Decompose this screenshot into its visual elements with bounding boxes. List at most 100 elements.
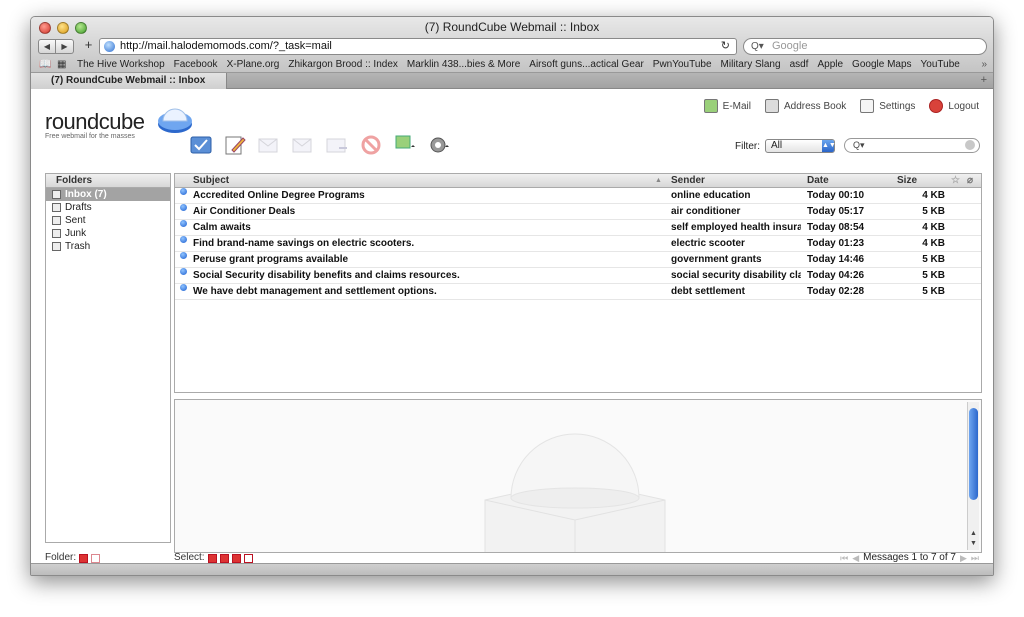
unread-icon[interactable]: [180, 204, 187, 211]
top-navigation: E-Mail Address Book Settings Logout: [703, 99, 979, 113]
bookmark-link[interactable]: The Hive Workshop: [77, 59, 165, 70]
logout-link[interactable]: Logout: [929, 99, 979, 113]
address-book-link[interactable]: Address Book: [765, 99, 846, 113]
date-column-header[interactable]: Date: [807, 174, 829, 187]
empty-folder-icon[interactable]: [91, 553, 101, 563]
bookmark-link[interactable]: X-Plane.org: [227, 59, 280, 70]
bookmark-link[interactable]: YouTube: [921, 59, 960, 70]
clear-search-icon[interactable]: [965, 140, 975, 150]
message-list: Subject ▲ Sender Date Size ☆ ⌀ Accredite…: [174, 173, 982, 393]
bookmark-link[interactable]: Marklin 438...bies & More: [407, 59, 520, 70]
select-unread-icon[interactable]: [219, 553, 229, 563]
sort-arrow-icon: ▲: [655, 177, 662, 184]
tab-roundcube[interactable]: (7) RoundCube Webmail :: Inbox: [31, 73, 227, 89]
add-bookmark-button[interactable]: +: [81, 38, 96, 54]
unread-icon[interactable]: [180, 268, 187, 275]
back-button[interactable]: ◀: [38, 39, 56, 54]
compact-folder-icon[interactable]: [79, 553, 89, 563]
roundcube-logo[interactable]: roundcube Free webmail for the masses: [45, 108, 192, 140]
bookmark-link[interactable]: Facebook: [174, 59, 218, 70]
address-book-label: Address Book: [784, 100, 847, 112]
bookmarks-book-icon[interactable]: 📖: [39, 57, 51, 72]
check-mail-icon[interactable]: [189, 134, 213, 156]
bookmark-link[interactable]: Zhikargon Brood :: Index: [288, 59, 398, 70]
scrollbar-thumb[interactable]: [969, 408, 978, 500]
url-text: http://mail.halodemomods.com/?_task=mail: [120, 40, 332, 52]
unread-icon[interactable]: [180, 236, 187, 243]
folder-label: Inbox (7): [65, 189, 107, 200]
bookmark-link[interactable]: PwnYouTube: [653, 59, 712, 70]
filter-select[interactable]: All ▲▼: [765, 139, 836, 153]
bookmark-link[interactable]: Airsoft guns...actical Gear: [529, 59, 644, 70]
message-size: 4 KB: [922, 222, 945, 233]
scroll-up-arrow-icon[interactable]: ▲: [970, 530, 977, 537]
settings-link[interactable]: Settings: [860, 99, 915, 113]
compose-icon[interactable]: [223, 134, 247, 156]
unread-icon[interactable]: [180, 220, 187, 227]
flag-column-icon[interactable]: ☆: [951, 174, 960, 187]
message-sender: air conditioner: [671, 206, 741, 217]
preview-scrollbar[interactable]: ▲ ▼: [967, 402, 979, 550]
folder-item[interactable]: Drafts: [46, 201, 170, 214]
forward-icon[interactable]: [325, 134, 349, 156]
more-actions-gear-icon[interactable]: [427, 134, 451, 156]
logout-icon: [929, 99, 944, 113]
reload-icon[interactable]: ↻: [721, 39, 730, 54]
logo-cube-icon: [158, 108, 192, 133]
subject-column-header[interactable]: Subject: [193, 174, 229, 187]
bookmark-link[interactable]: Apple: [817, 59, 843, 70]
bookmark-link[interactable]: Google Maps: [852, 59, 911, 70]
message-row[interactable]: Accredited Online Degree Programs online …: [175, 188, 981, 204]
size-column-header[interactable]: Size: [897, 174, 917, 187]
filter-value: All: [771, 140, 783, 151]
scroll-down-arrow-icon[interactable]: ▼: [970, 540, 977, 547]
folder-item[interactable]: Inbox (7): [46, 188, 170, 201]
folder-item[interactable]: Sent: [46, 214, 170, 227]
delete-icon[interactable]: [359, 134, 383, 156]
webmail-page: roundcube Free webmail for the masses E-…: [31, 89, 993, 563]
message-subject: Find brand-name savings on electric scoo…: [193, 238, 415, 249]
unread-icon[interactable]: [180, 188, 187, 195]
message-row[interactable]: Air Conditioner Deals air conditioner Toda…: [175, 204, 981, 220]
message-subject: Peruse grant programs available: [193, 254, 349, 265]
message-row[interactable]: Find brand-name savings on electric scoo…: [175, 236, 981, 252]
top-sites-grid-icon[interactable]: ▦: [57, 57, 66, 72]
select-current-page-icon[interactable]: [231, 553, 241, 563]
bookmark-link[interactable]: Military Slang: [721, 59, 781, 70]
bookmarks-overflow-button[interactable]: »: [981, 57, 987, 72]
new-tab-button[interactable]: +: [981, 73, 987, 88]
email-link[interactable]: E-Mail: [703, 99, 751, 113]
unread-icon[interactable]: [180, 252, 187, 259]
folder-item[interactable]: Trash: [46, 240, 170, 253]
message-subject: Calm awaits: [193, 222, 251, 233]
junk-icon: [52, 229, 61, 238]
quick-search-icon: Q▾: [853, 140, 865, 150]
folders-header: Folders: [46, 174, 170, 188]
sender-column-header[interactable]: Sender: [671, 174, 705, 187]
message-row[interactable]: Peruse grant programs available governmen…: [175, 252, 981, 268]
address-book-icon: [765, 99, 779, 113]
address-bar[interactable]: http://mail.halodemomods.com/?_task=mail…: [99, 38, 737, 55]
roundcube-watermark-icon: [484, 433, 666, 552]
mark-as-icon[interactable]: [393, 134, 417, 156]
reply-icon[interactable]: [257, 134, 281, 156]
browser-search-input[interactable]: Q▾ Google: [743, 38, 987, 55]
bookmark-link[interactable]: asdf: [790, 59, 809, 70]
quick-search-input[interactable]: Q▾: [844, 138, 980, 153]
site-icon: [104, 41, 115, 52]
message-sender: online education: [671, 190, 751, 201]
folder-item[interactable]: Junk: [46, 227, 170, 240]
forward-button[interactable]: ▶: [56, 39, 74, 54]
message-list-header: Subject ▲ Sender Date Size ☆ ⌀: [175, 174, 981, 188]
bookmarks-bar: 📖 ▦ The Hive Workshop Facebook X-Plane.org…: [31, 57, 993, 72]
message-row[interactable]: Calm awaits self employed health insura..…: [175, 220, 981, 236]
sent-icon: [52, 216, 61, 225]
search-placeholder: Google: [772, 40, 808, 52]
select-all-icon[interactable]: [207, 553, 217, 563]
message-row[interactable]: Social Security disability benefits and …: [175, 268, 981, 284]
unread-icon[interactable]: [180, 284, 187, 291]
message-subject: We have debt management and settlement o…: [193, 286, 437, 297]
select-none-icon[interactable]: [243, 553, 253, 563]
reply-all-icon[interactable]: [291, 134, 315, 156]
message-row[interactable]: We have debt management and settlement o…: [175, 284, 981, 300]
